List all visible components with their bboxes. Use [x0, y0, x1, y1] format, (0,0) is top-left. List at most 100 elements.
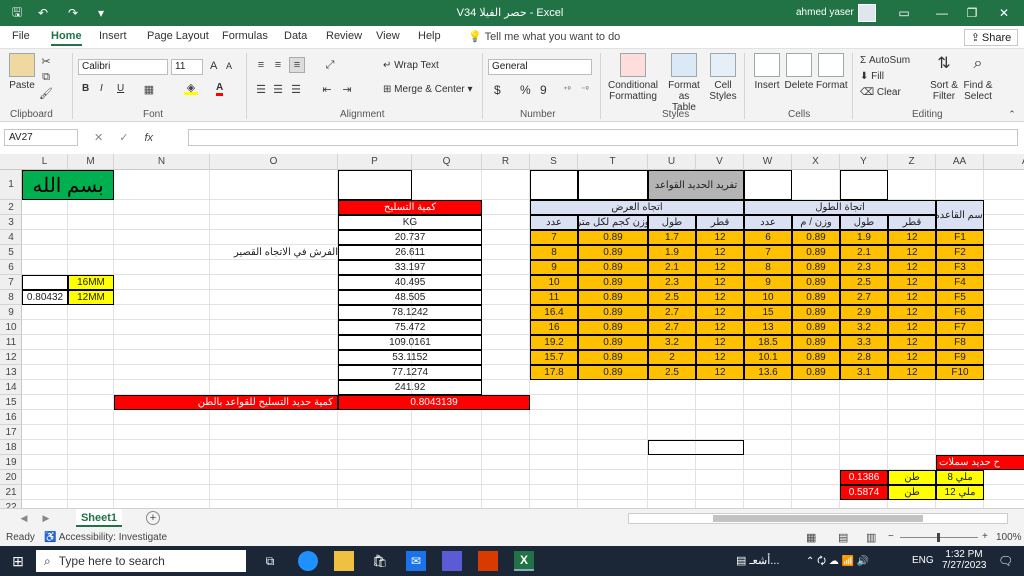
delete-cells-button[interactable]: Delete — [784, 53, 814, 91]
total-kg-cell[interactable]: 241.92 — [338, 380, 482, 395]
row-header[interactable]: 17 — [0, 425, 22, 440]
undo-icon[interactable]: ↶ — [34, 4, 52, 22]
table-cell[interactable]: 2.7 — [840, 290, 888, 305]
table-cell[interactable]: 12 — [888, 290, 936, 305]
table-cell[interactable]: 16 — [530, 320, 578, 335]
tab-view[interactable]: View — [376, 30, 400, 42]
column-header[interactable]: Y — [840, 154, 888, 170]
align-bottom-icon[interactable]: ≡ — [289, 57, 305, 73]
decrease-decimal-icon[interactable]: ⁻⁰ — [578, 83, 592, 95]
table-cell[interactable]: 2.1 — [648, 260, 696, 275]
width-direction-header[interactable]: اتجاه العرض — [530, 200, 744, 215]
column-header[interactable]: X — [792, 154, 840, 170]
row-header[interactable]: 21 — [0, 485, 22, 500]
table-cell[interactable]: 12 — [696, 365, 744, 380]
find-select-button[interactable]: ⌕ Find & Select — [962, 53, 994, 102]
table-cell[interactable]: 13.6 — [744, 365, 792, 380]
align-middle-icon[interactable]: ≡ — [271, 58, 285, 72]
format-as-table-button[interactable]: Format as Table — [662, 53, 706, 113]
table-cell[interactable]: 3.3 — [840, 335, 888, 350]
empty-bordered-cell[interactable] — [744, 170, 792, 200]
table-cell[interactable]: 12 — [696, 275, 744, 290]
table-cell[interactable]: 13 — [744, 320, 792, 335]
table-cell[interactable]: 2 — [648, 350, 696, 365]
row-header[interactable]: 5 — [0, 245, 22, 260]
zoom-slider-thumb[interactable] — [937, 533, 940, 542]
bars-title-cell[interactable]: تفريد الحديد القواعد — [648, 170, 744, 200]
underline-button[interactable]: U — [117, 83, 124, 94]
table-cell[interactable]: 12 — [888, 350, 936, 365]
table-cell[interactable]: F7 — [936, 320, 984, 335]
table-cell[interactable]: 10 — [744, 290, 792, 305]
table-cell-kg[interactable]: 40.495 — [338, 275, 482, 290]
table-cell[interactable]: 0.89 — [792, 290, 840, 305]
task-view-icon[interactable]: ⧉ — [260, 551, 280, 571]
table-cell[interactable]: 2.5 — [648, 365, 696, 380]
table-cell[interactable]: F5 — [936, 290, 984, 305]
table-cell[interactable]: F2 — [936, 245, 984, 260]
fill-color-icon[interactable]: ◈ — [184, 82, 198, 95]
tab-file[interactable]: File — [12, 30, 30, 42]
column-header[interactable]: S — [530, 154, 578, 170]
row-header[interactable]: 16 — [0, 410, 22, 425]
column-header[interactable]: U — [648, 154, 696, 170]
size-12mm-cell[interactable]: 12MM — [68, 290, 114, 305]
office-icon[interactable] — [478, 551, 498, 571]
font-name-select[interactable]: Calibri — [78, 59, 168, 75]
align-top-icon[interactable]: ≡ — [254, 58, 268, 72]
align-center-icon[interactable]: ☰ — [271, 82, 285, 96]
table-cell-kg[interactable]: 33.197 — [338, 260, 482, 275]
table-cell[interactable]: 3.2 — [840, 320, 888, 335]
insert-cells-button[interactable]: Insert — [752, 53, 782, 91]
table-cell[interactable]: 0.89 — [792, 320, 840, 335]
edge-icon[interactable] — [298, 551, 318, 571]
table-cell[interactable]: 12 — [696, 350, 744, 365]
table-cell[interactable]: 1.9 — [648, 245, 696, 260]
clear-button[interactable]: ⌫ Clear — [860, 87, 901, 98]
table-cell[interactable]: 0.89 — [578, 305, 648, 320]
table-cell[interactable]: 2.5 — [648, 290, 696, 305]
table-cell[interactable]: 12 — [696, 260, 744, 275]
font-size-select[interactable]: 11 — [171, 59, 203, 75]
empty-bordered-cell[interactable] — [338, 170, 412, 200]
table-cell[interactable]: 0.89 — [792, 245, 840, 260]
horizontal-scrollbar[interactable] — [628, 513, 1008, 524]
cancel-icon[interactable]: ✕ — [94, 131, 103, 144]
notification-icon[interactable]: 🗨 — [998, 554, 1013, 568]
empty-bordered-cell[interactable] — [530, 170, 578, 200]
zoom-in-icon[interactable]: + — [982, 531, 988, 542]
format-cells-button[interactable]: Format — [816, 53, 848, 91]
customize-quick-access-icon[interactable]: ▾ — [92, 4, 110, 22]
table-cell[interactable]: 0.89 — [792, 335, 840, 350]
column-header[interactable]: T — [578, 154, 648, 170]
row-header[interactable]: 8 — [0, 290, 22, 305]
increase-decimal-icon[interactable]: ⁺⁰ — [560, 83, 574, 95]
tie-beams-header[interactable]: ح حديد سملات — [936, 455, 1024, 470]
table-cell[interactable]: 7 — [530, 230, 578, 245]
column-header[interactable]: L — [22, 154, 68, 170]
table-subheader[interactable]: وزن كجم لكل متر — [578, 215, 648, 230]
enter-icon[interactable]: ✓ — [119, 131, 128, 144]
close-icon[interactable]: ✕ — [994, 4, 1014, 22]
percent-button[interactable]: % — [520, 83, 531, 97]
tie-8mm-tons[interactable]: 0.1386 — [840, 470, 888, 485]
table-cell[interactable]: 12 — [696, 335, 744, 350]
table-cell[interactable]: 8 — [530, 245, 578, 260]
table-cell[interactable]: 0.89 — [578, 245, 648, 260]
column-header[interactable]: R — [482, 154, 530, 170]
currency-button[interactable]: $ — [494, 83, 501, 97]
table-cell[interactable]: 2.3 — [648, 275, 696, 290]
merge-center-button[interactable]: ⊞ Merge & Center ▾ — [383, 84, 473, 95]
taskbar-search[interactable]: ⌕ Type here to search — [36, 550, 246, 572]
table-subheader[interactable]: عدد — [530, 215, 578, 230]
table-cell[interactable]: 0.89 — [792, 305, 840, 320]
table-cell[interactable]: 19.2 — [530, 335, 578, 350]
font-color-button[interactable]: A — [216, 82, 224, 96]
tab-data[interactable]: Data — [284, 30, 307, 42]
row-header[interactable]: 9 — [0, 305, 22, 320]
length-direction-header[interactable]: اتجاة الطول — [744, 200, 936, 215]
zoom-slider[interactable] — [900, 533, 978, 542]
insert-function-icon[interactable]: fx — [144, 132, 153, 144]
empty-bordered-cell[interactable] — [840, 170, 888, 200]
store-icon[interactable]: 🛍 — [370, 551, 390, 571]
